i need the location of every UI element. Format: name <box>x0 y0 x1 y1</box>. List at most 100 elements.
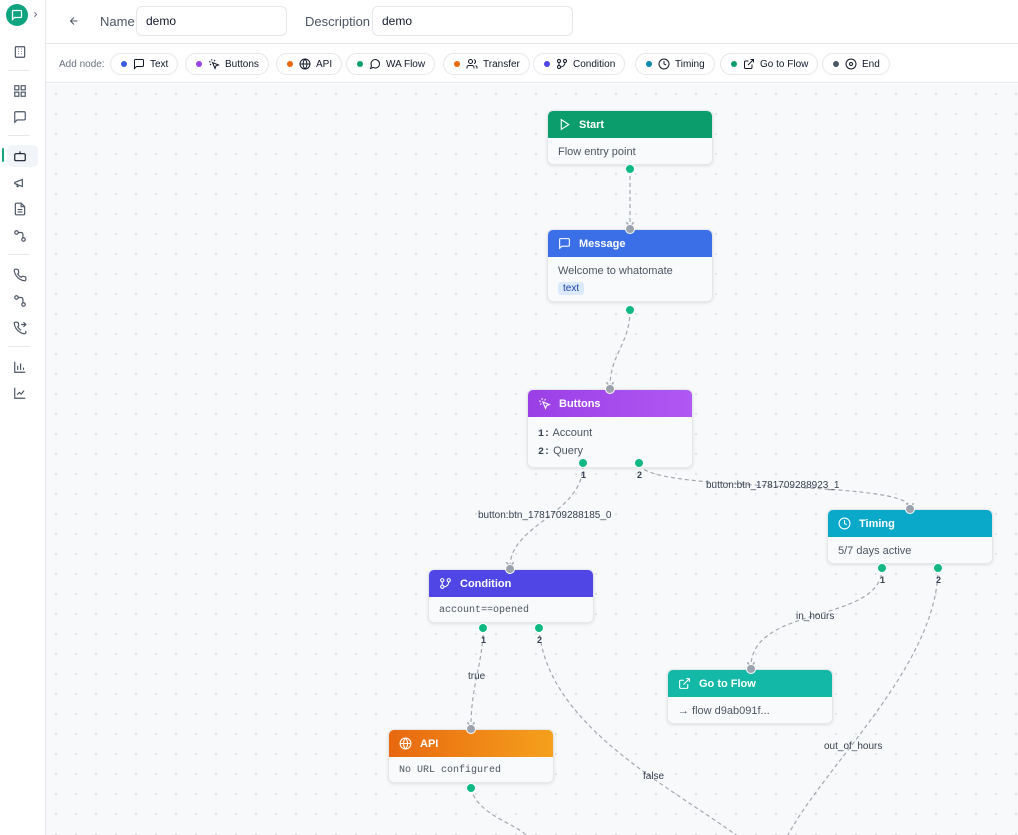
sidebar-item-organization[interactable] <box>12 44 28 60</box>
edge-api-down <box>470 787 527 835</box>
sidebar-item-chats[interactable] <box>12 109 28 125</box>
sidebar-item-call-forwarding[interactable] <box>12 320 28 336</box>
timing-output-handle-1[interactable] <box>877 563 887 573</box>
clock-icon <box>838 517 851 530</box>
message-output-handle[interactable] <box>625 305 635 315</box>
node-color-dot <box>287 61 293 67</box>
goto-input-handle[interactable] <box>746 664 756 674</box>
stop-circle-icon <box>845 58 857 70</box>
chip-label: Transfer <box>483 58 520 70</box>
add-condition-node-button[interactable]: Condition <box>533 53 626 75</box>
start-output-handle[interactable] <box>625 164 635 174</box>
buttons-output-handle-1[interactable] <box>578 458 588 468</box>
condition-node[interactable]: Condition account==opened <box>428 569 594 623</box>
node-title: Condition <box>460 577 512 590</box>
timing-output-handle-2[interactable] <box>933 563 943 573</box>
buttons-output-handle-2[interactable] <box>634 458 644 468</box>
add-timing-node-button[interactable]: Timing <box>635 53 715 75</box>
add-transfer-node-button[interactable]: Transfer <box>443 53 530 75</box>
back-button[interactable] <box>66 13 82 29</box>
pointer-click-icon <box>208 58 220 70</box>
api-node[interactable]: API No URL configured <box>388 729 554 783</box>
handle-number: 2 <box>637 470 643 480</box>
sidebar-item-templates[interactable] <box>12 201 28 217</box>
node-header: API <box>389 730 553 757</box>
node-body: Flow entry point <box>558 146 636 158</box>
message-node[interactable]: Message Welcome to whatomate text <box>547 229 713 302</box>
timing-node[interactable]: Timing 5/7 days active <box>827 509 993 564</box>
add-node-label: Add node: <box>59 59 105 70</box>
node-color-dot <box>646 61 652 67</box>
timing-input-handle[interactable] <box>905 504 915 514</box>
condition-output-handle-1[interactable] <box>478 623 488 633</box>
handle-number: 1 <box>880 575 886 585</box>
layout-grid-icon <box>14 85 26 97</box>
sidebar-item-call-flows[interactable] <box>12 293 28 309</box>
api-input-handle[interactable] <box>466 724 476 734</box>
file-text-icon <box>14 202 26 216</box>
sidebar-item-analytics[interactable] <box>12 385 28 401</box>
name-input[interactable]: demo <box>136 6 287 36</box>
node-header: Go to Flow <box>668 670 832 697</box>
button-number: 1: <box>538 429 551 440</box>
add-text-node-button[interactable]: Text <box>110 53 179 75</box>
buttons-input-handle[interactable] <box>605 384 615 394</box>
chevron-right-icon <box>33 11 37 17</box>
expand-sidebar-button[interactable] <box>28 6 42 22</box>
sidebar-item-dashboard[interactable] <box>12 83 28 99</box>
message-text: Welcome to whatomate <box>558 265 673 277</box>
sidebar-item-reports[interactable] <box>12 359 28 375</box>
node-header: Message <box>548 230 712 257</box>
button-label: Query <box>553 445 584 457</box>
active-indicator <box>2 148 4 162</box>
add-end-node-button[interactable]: End <box>822 53 890 75</box>
node-body: No URL configured <box>399 765 502 776</box>
api-output-handle[interactable] <box>466 783 476 793</box>
description-label: Description <box>305 14 371 29</box>
condition-input-handle[interactable] <box>505 564 515 574</box>
globe-icon <box>399 737 412 750</box>
node-color-dot <box>833 61 839 67</box>
chip-label: Timing <box>675 58 705 70</box>
building-icon <box>14 46 26 58</box>
node-title: Go to Flow <box>699 677 756 690</box>
handle-number: 2 <box>537 635 543 645</box>
button-label: Account <box>552 427 593 439</box>
node-header: Buttons <box>528 390 692 417</box>
buttons-node[interactable]: Buttons 1: Account 2: Query <box>527 389 693 468</box>
app-logo[interactable] <box>6 4 28 26</box>
start-node[interactable]: Start Flow entry point <box>547 110 713 165</box>
sidebar <box>0 0 46 835</box>
description-input[interactable]: demo <box>372 6 573 36</box>
node-header: Condition <box>429 570 593 597</box>
node-title: Message <box>579 237 626 250</box>
edge-label-in-hours: in_hours <box>796 611 835 622</box>
message-type-tag: text <box>558 282 585 295</box>
goto-flow-node[interactable]: Go to Flow → flow d9ab091f... <box>667 669 833 724</box>
message-square-icon <box>14 111 26 124</box>
add-api-node-button[interactable]: API <box>276 53 343 75</box>
globe-icon <box>299 58 311 70</box>
add-wa-flow-node-button[interactable]: WA Flow <box>346 53 436 75</box>
button-number: 2: <box>538 447 551 458</box>
sidebar-item-calls[interactable] <box>12 267 28 283</box>
sidebar-item-flows[interactable] <box>12 228 28 244</box>
users-icon <box>466 59 478 69</box>
clock-icon <box>658 58 670 70</box>
message-input-handle[interactable] <box>625 224 635 234</box>
chip-label: API <box>316 58 333 70</box>
play-icon <box>560 118 570 131</box>
node-body: account==opened <box>439 605 530 616</box>
add-goto-flow-node-button[interactable]: Go to Flow <box>720 53 819 75</box>
add-buttons-node-button[interactable]: Buttons <box>185 53 269 75</box>
sidebar-item-campaigns[interactable] <box>12 175 28 191</box>
message-square-icon <box>134 59 144 70</box>
condition-output-handle-2[interactable] <box>534 623 544 633</box>
workflow-icon <box>14 230 26 242</box>
chip-label: Buttons <box>225 58 259 70</box>
node-color-dot <box>357 61 363 67</box>
flow-canvas[interactable]: button:btn_1781709288185_0 button:btn_17… <box>46 84 1018 835</box>
line-chart-icon <box>14 387 26 399</box>
sidebar-item-chatbot[interactable] <box>12 148 28 164</box>
chip-label: WA Flow <box>386 58 426 70</box>
